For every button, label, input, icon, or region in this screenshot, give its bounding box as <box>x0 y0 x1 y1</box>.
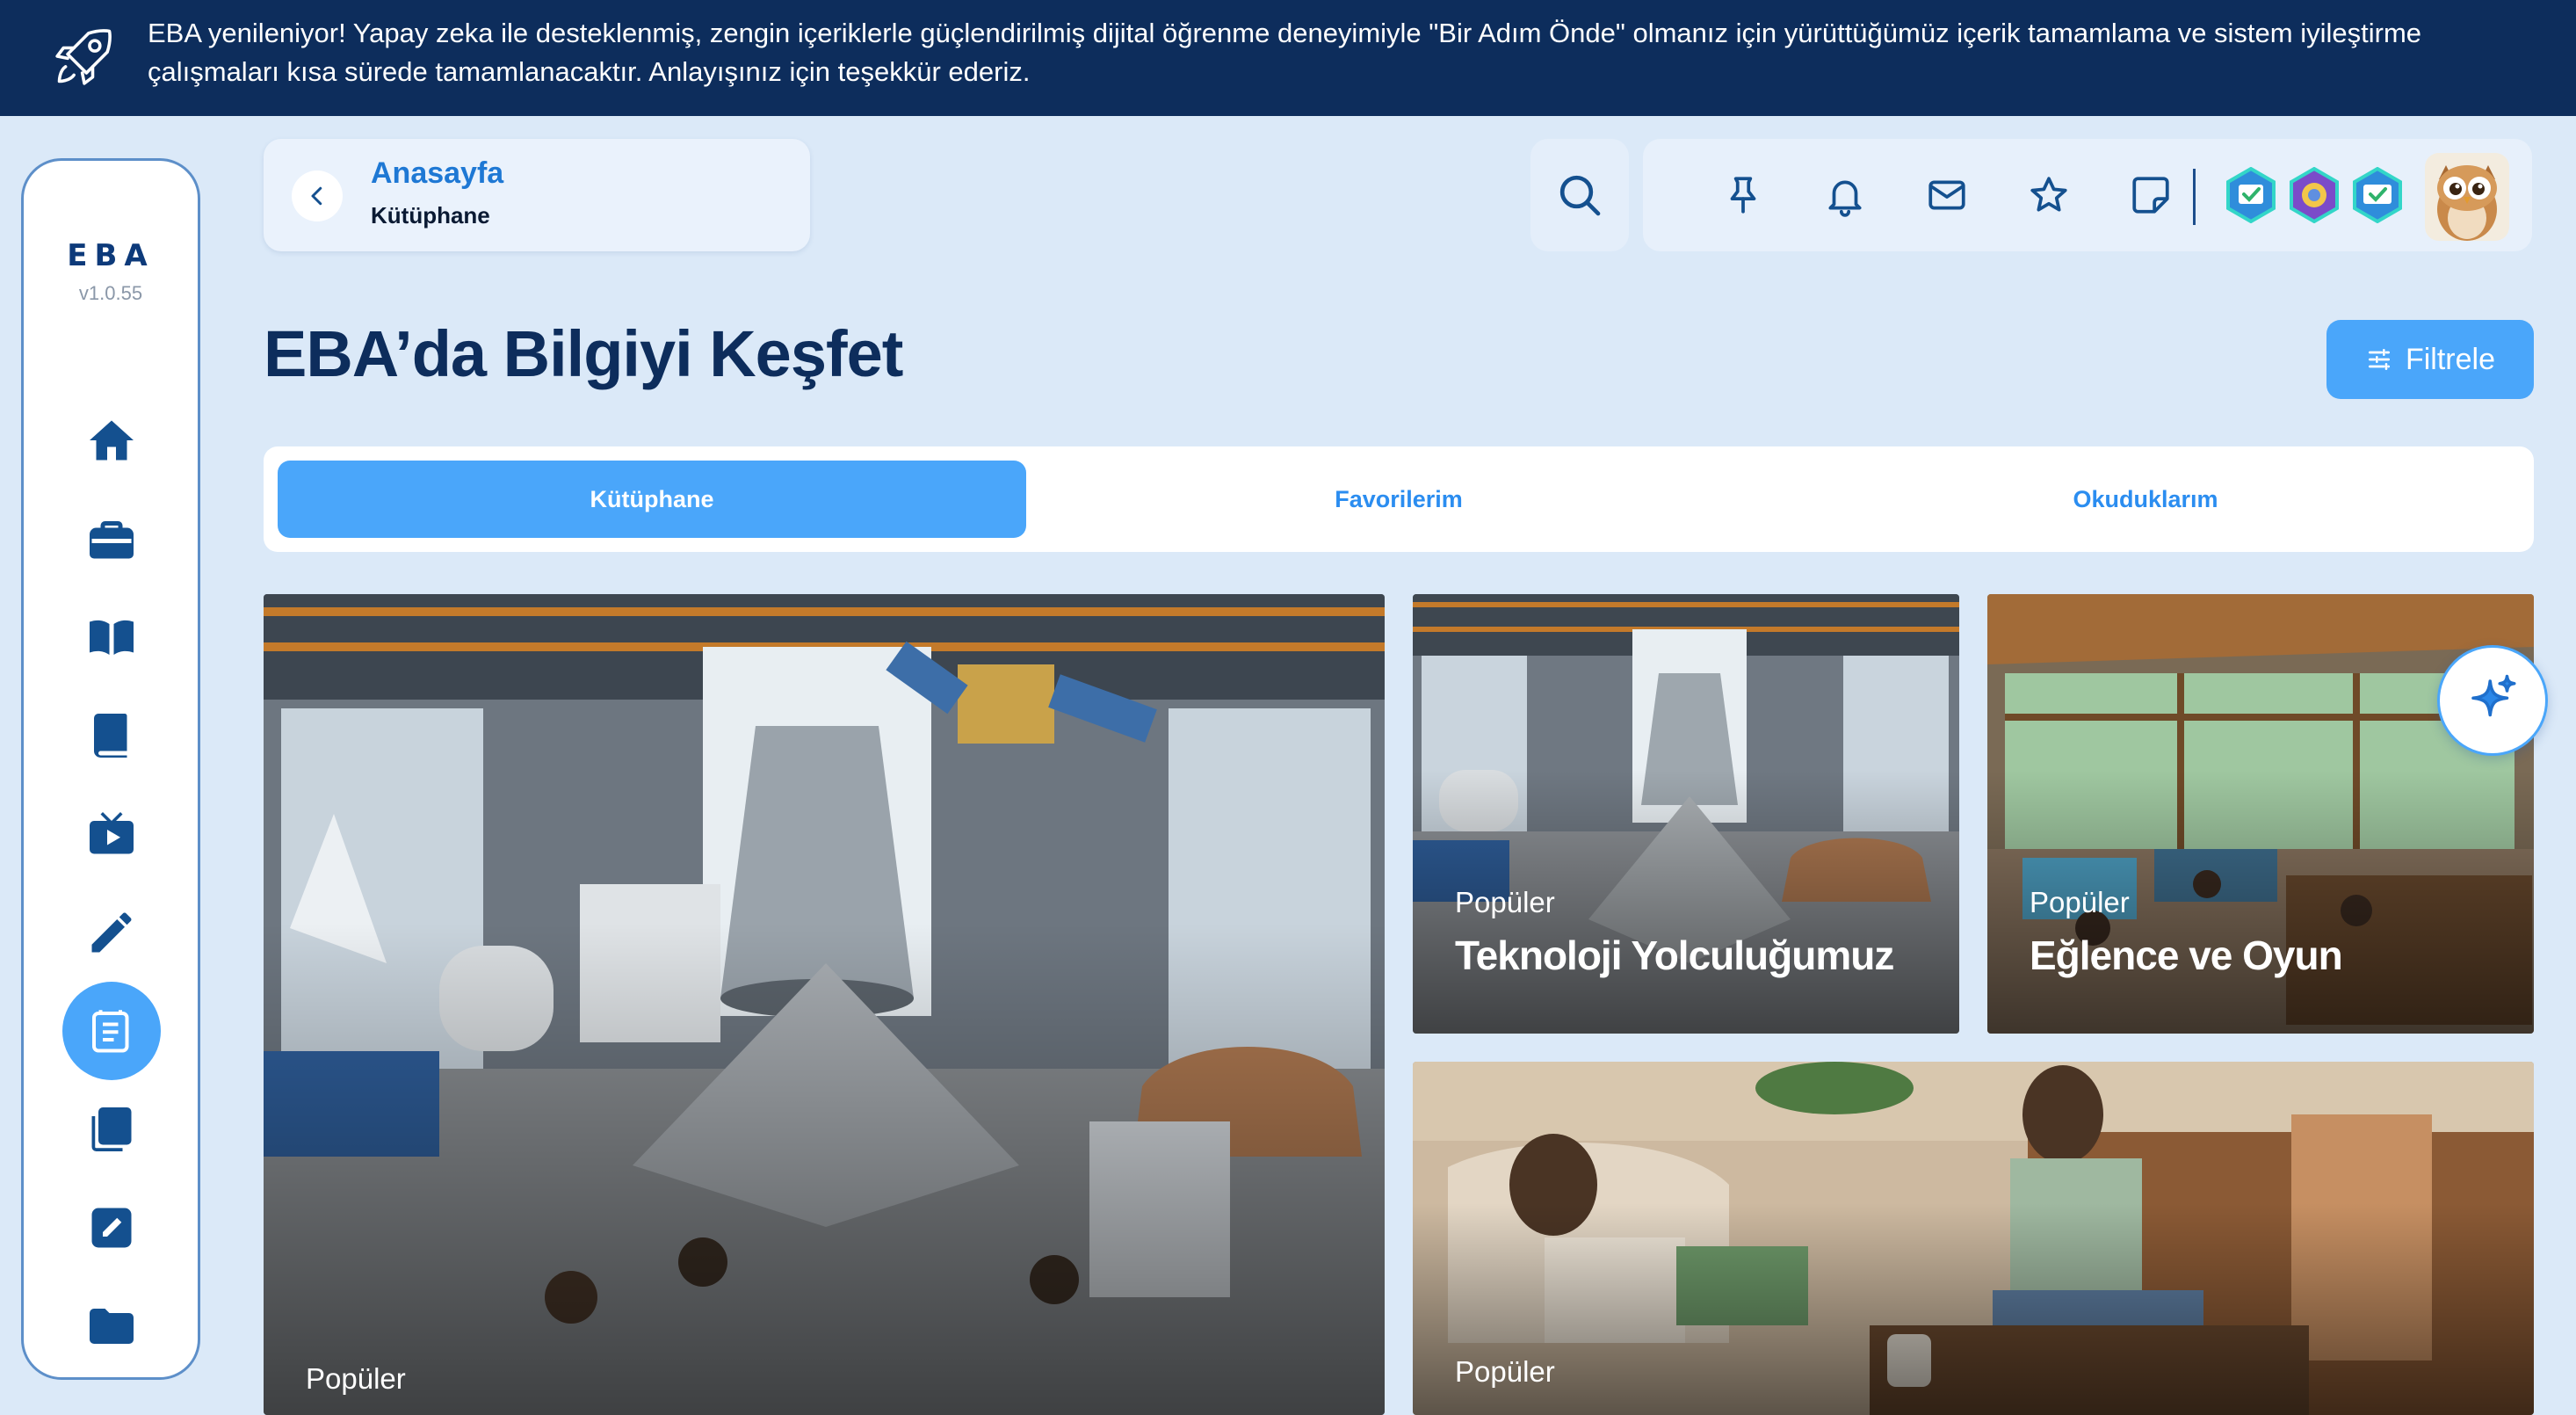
messages-button[interactable] <box>1919 167 1975 223</box>
folder-icon <box>90 1309 134 1344</box>
favorites-button[interactable] <box>2021 167 2077 223</box>
sparkle-icon <box>2471 674 2516 717</box>
bell-icon <box>1828 180 1862 217</box>
sidebar-item-home[interactable] <box>62 391 161 490</box>
card-reading[interactable]: Popüler <box>1413 1062 2534 1415</box>
sticky-note-icon <box>2132 177 2169 214</box>
star-icon <box>2030 177 2067 212</box>
user-avatar[interactable] <box>2425 153 2509 241</box>
sliders-icon <box>2368 349 2390 370</box>
pin-button[interactable] <box>1715 167 1771 223</box>
breadcrumb-current: Kütüphane <box>371 202 490 229</box>
announcement-banner: EBA yenileniyor! Yapay zeka ile destekle… <box>0 0 2576 116</box>
toolbar-divider <box>2193 169 2196 225</box>
card-title: Teknoloji Yolculuğumuz <box>1455 932 1894 978</box>
sidebar-item-edit[interactable] <box>62 1179 161 1277</box>
ai-assistant-button[interactable] <box>2437 645 2548 756</box>
top-toolbar <box>1643 139 2532 251</box>
copy-icon <box>91 1107 132 1151</box>
open-book-icon <box>90 620 134 655</box>
tab-library[interactable]: Kütüphane <box>278 461 1026 538</box>
achievement-badge-1[interactable] <box>2223 167 2279 223</box>
rocket-icon <box>51 23 118 90</box>
page-title: EBA’da Bilgiyi Keşfet <box>264 317 903 390</box>
tv-icon <box>90 812 134 854</box>
library-icon <box>92 1010 129 1053</box>
sidebar-item-copy[interactable] <box>62 1080 161 1179</box>
home-icon <box>90 420 134 461</box>
filter-button-label: Filtrele <box>2405 342 2496 376</box>
search-icon <box>1559 175 1601 216</box>
sidebar-item-pencil[interactable] <box>62 883 161 982</box>
sidebar-item-more[interactable] <box>62 1360 161 1377</box>
library-tabs: Kütüphane Favorilerim Okuduklarım <box>264 446 2534 552</box>
sidebar-item-bag[interactable] <box>62 490 161 588</box>
banner-message: EBA yenileniyor! Yapay zeka ile destekle… <box>148 18 2422 87</box>
card-title: Eğlence ve Oyun <box>2030 932 2343 978</box>
achievement-badge-3[interactable] <box>2349 167 2406 223</box>
card-gradient <box>264 922 1385 1415</box>
sidebar: EBA v1.0.55 <box>21 158 200 1380</box>
search-button[interactable] <box>1530 139 1629 251</box>
card-tag: Popüler <box>1455 886 1555 918</box>
back-button[interactable] <box>292 171 343 221</box>
notifications-button[interactable] <box>1817 167 1873 223</box>
card-fun-and-games[interactable]: Popüler Eğlence ve Oyun <box>1987 594 2534 1034</box>
owl-avatar-icon <box>2437 165 2497 241</box>
eba-logo[interactable]: EBA v1.0.55 <box>24 238 198 305</box>
achievement-badge-2[interactable] <box>2286 167 2342 223</box>
sidebar-item-tv[interactable] <box>62 785 161 883</box>
edit-note-icon <box>91 1208 132 1248</box>
card-tag: Popüler <box>2030 886 2130 918</box>
card-technology-journey[interactable]: Popüler Teknoloji Yolculuğumuz <box>1413 594 1959 1034</box>
breadcrumb-parent-link[interactable]: Anasayfa <box>371 156 503 191</box>
sidebar-item-library[interactable] <box>62 982 161 1080</box>
pin-icon <box>1730 177 1756 214</box>
sidebar-item-book[interactable] <box>62 686 161 785</box>
pencil-icon <box>91 912 132 953</box>
card-gradient <box>1413 1202 2534 1415</box>
mail-icon <box>1928 180 1965 210</box>
chevron-left-icon <box>311 186 322 206</box>
filter-button[interactable]: Filtrele <box>2326 320 2534 399</box>
app-version: v1.0.55 <box>78 282 143 304</box>
briefcase-icon <box>90 521 134 559</box>
book-icon <box>94 714 127 758</box>
card-tag: Popüler <box>1455 1355 1555 1388</box>
featured-card-technology-large[interactable]: Popüler <box>264 594 1385 1415</box>
notes-button[interactable] <box>2123 167 2179 223</box>
tab-read[interactable]: Okuduklarım <box>1771 461 2520 538</box>
sidebar-item-books[interactable] <box>62 588 161 686</box>
tab-favorites[interactable]: Favorilerim <box>1024 461 1773 538</box>
logo-text: EBA <box>67 238 155 273</box>
breadcrumb: Anasayfa Kütüphane <box>264 139 810 251</box>
card-tag: Popüler <box>306 1362 406 1395</box>
